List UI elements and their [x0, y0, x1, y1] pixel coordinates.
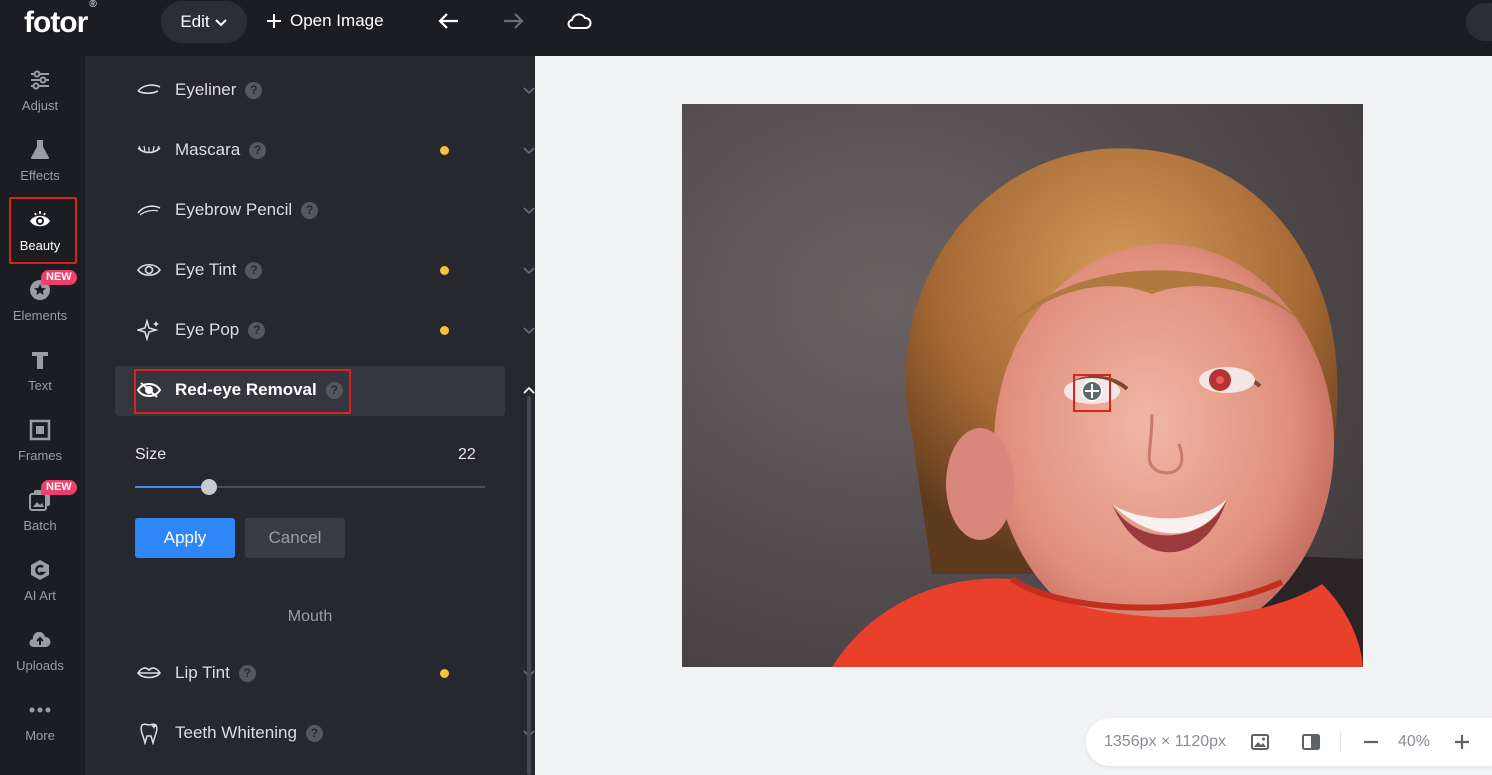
tool-label: Eyebrow Pencil: [175, 200, 293, 219]
tool-rail: Adjust Effects Beauty Elements Text Fram…: [0, 56, 85, 775]
help-icon[interactable]: ?: [301, 201, 319, 219]
tool-label: Eye Tint: [175, 260, 237, 279]
tool-eyebrow-pencil[interactable]: Eyebrow Pencil ?: [135, 194, 535, 226]
photo-preview[interactable]: [682, 104, 1363, 667]
tool-mascara[interactable]: Mascara ?: [135, 134, 535, 166]
zoom-in-icon[interactable]: [1452, 732, 1472, 752]
rail-label: Effects: [20, 167, 60, 183]
rail-label: Adjust: [21, 97, 59, 113]
rail-label: AI Art: [24, 587, 56, 603]
beauty-highlight-box: [9, 197, 77, 264]
plus-icon: [267, 14, 281, 28]
rail-label: Elements: [12, 307, 68, 323]
redo-icon[interactable]: [500, 8, 526, 34]
new-badge: NEW: [41, 480, 77, 495]
mascara-icon: [135, 139, 163, 161]
rail-item-ai-art[interactable]: AI Art: [0, 549, 80, 611]
top-bar: fotor® Edit Open Image: [0, 0, 1492, 56]
lips-icon: [135, 662, 163, 684]
help-icon[interactable]: ?: [248, 321, 266, 339]
tool-eye-pop[interactable]: Eye Pop ?: [135, 314, 535, 346]
fotor-logo[interactable]: fotor®: [24, 0, 97, 40]
edit-menu-button[interactable]: Edit: [161, 1, 247, 43]
chevron-down-icon[interactable]: [522, 85, 536, 95]
apply-button[interactable]: Apply: [135, 518, 235, 558]
account-button[interactable]: [1466, 3, 1492, 41]
tool-eyeliner[interactable]: Eyeliner ?: [135, 74, 535, 106]
chevron-down-icon[interactable]: [522, 205, 536, 215]
red-eye-highlight-box: [134, 369, 351, 414]
eyeliner-icon: [135, 79, 163, 101]
size-value: 22: [458, 446, 476, 463]
compare-icon[interactable]: [1301, 732, 1321, 752]
help-icon[interactable]: ?: [238, 664, 256, 682]
flask-icon: [31, 139, 49, 159]
tool-label: Teeth Whitening: [175, 723, 297, 742]
rail-item-frames[interactable]: Frames: [0, 409, 80, 471]
help-icon[interactable]: ?: [245, 81, 263, 99]
applied-dot: [440, 669, 449, 678]
eye-outline-icon: [135, 259, 163, 281]
zoom-out-icon[interactable]: [1361, 732, 1381, 752]
chevron-down-icon[interactable]: [522, 145, 536, 155]
more-dots-icon: [29, 707, 51, 712]
tool-lip-tint[interactable]: Lip Tint ?: [135, 657, 535, 689]
frame-icon: [29, 419, 51, 440]
cloud-save-icon[interactable]: [566, 8, 592, 34]
help-icon[interactable]: ?: [245, 261, 263, 279]
image-dimensions: 1356px × 1120px: [1104, 733, 1227, 750]
cloud-upload-icon: [29, 631, 51, 647]
size-label: Size: [135, 446, 167, 463]
editor-canvas: 1356px × 1120px 40%: [535, 56, 1492, 775]
rail-item-text[interactable]: Text: [0, 339, 80, 401]
size-slider-thumb[interactable]: [201, 479, 217, 495]
tooth-icon: [135, 722, 163, 745]
rail-item-adjust[interactable]: Adjust: [0, 59, 80, 121]
tool-label: Lip Tint: [175, 663, 230, 682]
rail-label: More: [25, 727, 55, 743]
size-slider-fill: [135, 486, 208, 488]
tool-eye-tint[interactable]: Eye Tint ?: [135, 254, 535, 286]
help-icon[interactable]: ?: [249, 141, 267, 159]
status-divider: [1340, 732, 1341, 752]
chevron-up-icon[interactable]: [522, 385, 536, 395]
tool-label: Eyeliner: [175, 80, 237, 99]
eyebrow-icon: [135, 199, 163, 221]
rail-label: Batch: [23, 517, 57, 533]
rail-label: Text: [28, 377, 52, 393]
rail-label: Uploads: [16, 657, 64, 673]
applied-dot: [440, 266, 449, 275]
chevron-down-icon[interactable]: [522, 325, 536, 335]
rail-item-effects[interactable]: Effects: [0, 129, 80, 191]
canvas-status-bar: 1356px × 1120px 40%: [1086, 718, 1492, 766]
open-image-button[interactable]: Open Image: [266, 8, 384, 34]
tool-teeth-whitening[interactable]: Teeth Whitening ?: [135, 717, 535, 749]
tool-label: Eye Pop: [175, 320, 240, 339]
applied-dot: [440, 146, 449, 155]
rail-label: Frames: [17, 447, 63, 463]
sliders-icon: [31, 70, 49, 89]
beauty-panel: Eyeliner ? Mascara ? Eyebrow Pencil ? Ey…: [85, 56, 535, 775]
rail-item-uploads[interactable]: Uploads: [0, 619, 80, 681]
sparkle-icon: [135, 319, 163, 341]
red-eye-cursor-marker[interactable]: [1073, 374, 1111, 412]
chevron-down-icon: [214, 19, 227, 27]
open-image-label: Open Image: [290, 11, 384, 30]
undo-icon[interactable]: [436, 8, 462, 34]
tool-label: Mascara: [175, 140, 241, 159]
new-badge: NEW: [41, 270, 77, 285]
edit-label: Edit: [180, 12, 210, 31]
panel-scrollbar[interactable]: [527, 396, 531, 775]
rail-item-more[interactable]: More: [0, 689, 80, 751]
chevron-down-icon[interactable]: [522, 265, 536, 275]
zoom-level: 40%: [1398, 733, 1431, 750]
text-t-icon: [32, 351, 48, 369]
ai-art-icon: [31, 559, 49, 580]
applied-dot: [440, 326, 449, 335]
mouth-section-title: Mouth: [287, 608, 333, 625]
cancel-button[interactable]: Cancel: [245, 518, 345, 558]
help-icon[interactable]: ?: [305, 724, 323, 742]
image-icon[interactable]: [1250, 732, 1270, 752]
